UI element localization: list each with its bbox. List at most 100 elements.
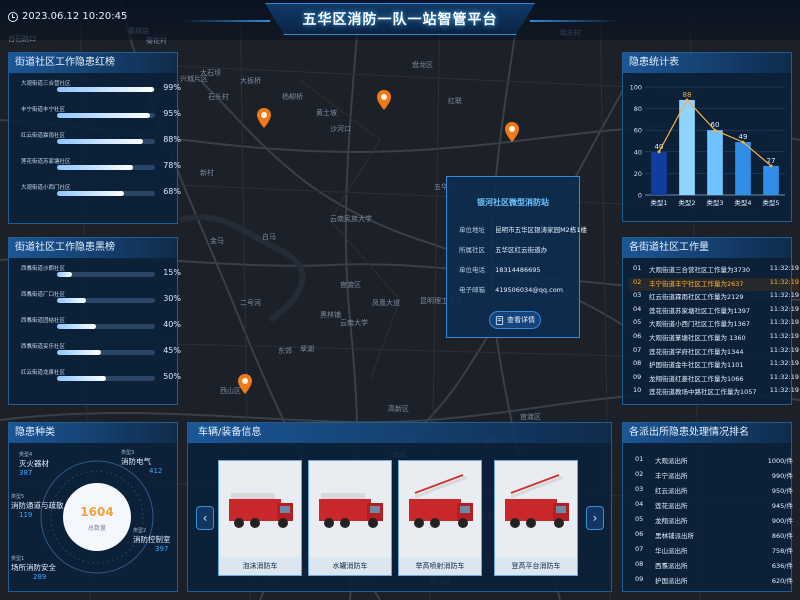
categories-title: 隐患种类 <box>9 423 177 443</box>
station-row: 08 西翥派出所 636/件 <box>635 560 793 570</box>
ranking-value: 40% <box>163 320 181 329</box>
y-tick-label: 80 <box>634 105 642 113</box>
ranking-bar-track <box>57 324 155 329</box>
workload-row: 06 大观街道篆塘社区工作量为 1360 11:32:19 <box>633 332 799 342</box>
ranking-bar-track <box>57 165 155 170</box>
ranking-value: 99% <box>163 83 181 92</box>
x-tick-label: 类型1 <box>650 198 667 207</box>
y-tick-label: 100 <box>630 84 642 92</box>
ranking-value: 30% <box>163 294 181 303</box>
station-row: 06 黑林铺派出所 860/件 <box>635 530 793 540</box>
bar <box>679 99 695 195</box>
trend-point <box>741 140 745 144</box>
title-decoration-left <box>180 20 270 22</box>
ranking-bar-fill <box>57 191 124 196</box>
page-title-box: 五华区消防一队一站智管平台 <box>265 3 535 35</box>
workload-row: 01 大观街道三合营社区工作量为3730 11:32:19 <box>633 264 799 274</box>
next-arrow-button[interactable]: › <box>586 506 604 530</box>
category-item: 类型1 场所消防安全 289 <box>11 556 56 581</box>
workload-row: 05 大观街道小西门社区工作量为1367 11:32:19 <box>633 318 799 329</box>
ranking-bar-fill <box>57 376 106 381</box>
popup-title: 银河社区微型消防站 <box>477 198 549 207</box>
workload-row: 07 莲花街道学府社区工作量为1344 11:32:19 <box>633 345 799 356</box>
view-details-button[interactable]: 查看详情 <box>489 311 541 329</box>
top-bar: 2023.06.12 10:20:45 五华区消防一队一站智管平台 <box>0 0 800 40</box>
station-row: 02 丰宁派出所 990/件 <box>635 470 793 480</box>
workload-panel: 各街道社区工作量 01 大观街道三合营社区工作量为3730 11:32:19 02 丰宁… <box>622 237 799 405</box>
ranking-row: 莲花街道苏家塘社区 78% <box>15 159 181 175</box>
ranking-value: 68% <box>163 187 181 196</box>
map-place-label: 二号河 <box>240 299 261 307</box>
ranking-row: 西翥街道厂口社区 30% <box>15 292 181 308</box>
vehicle-card[interactable]: 登高平台消防车 <box>494 460 578 576</box>
x-tick-label: 类型5 <box>762 198 779 207</box>
view-details-label: 查看详情 <box>507 316 535 324</box>
workload-row: 04 莲花街道苏家塘社区工作量为1397 11:32:19 <box>633 304 799 315</box>
map-place-label: 杨柳桥 <box>282 93 303 101</box>
bar-value-label: 88 <box>683 91 692 99</box>
vehicle-card[interactable]: 泡沫消防车 <box>218 460 302 576</box>
workload-row: 09 龙翔街道红菱社区工作量为1066 11:32:19 <box>633 372 799 383</box>
x-tick-label: 类型4 <box>734 198 751 207</box>
chevron-left-icon: ‹ <box>202 511 208 525</box>
fire-station-pin-icon[interactable] <box>377 90 391 110</box>
category-item: 类型4 灭火器材 387 <box>19 452 49 477</box>
ranking-row: 红云街道霖雨社区 88% <box>15 133 181 149</box>
ranking-bar-track <box>57 87 155 92</box>
map-place-label: 红联 <box>448 97 462 105</box>
vehicle-card[interactable]: 水罐消防车 <box>308 460 392 576</box>
ranking-name: 红云街道龙泉社区 <box>21 370 66 376</box>
ranking-bar-fill <box>57 350 102 355</box>
bar-value-label: 49 <box>739 133 748 141</box>
popup-row: 单位电话 18314486695 <box>459 266 541 274</box>
y-tick-label: 40 <box>634 148 642 156</box>
fire-station-pin-icon[interactable] <box>505 122 519 142</box>
ranking-name: 丰宁街道丰宁社区 <box>21 107 66 113</box>
map-place-label: 石头村 <box>208 93 229 101</box>
workload-row: 02 丰宁街道丰宁社区工作量为2637 11:32:19 <box>629 277 799 291</box>
ranking-bar-track <box>57 376 155 381</box>
station-row: 09 护国派出所 620/件 <box>635 575 793 585</box>
title-decoration-right <box>530 20 620 22</box>
station-row: 04 莲花派出所 945/件 <box>635 500 793 510</box>
workload-row: 08 护国街道金牛社区工作量为1101 11:32:19 <box>633 359 799 370</box>
map-place-label: 云南民族大学 <box>330 215 372 223</box>
ranking-name: 西翥街道团结社区 <box>21 318 66 324</box>
trend-point <box>685 98 689 102</box>
vehicle-card[interactable]: 举高喷射消防车 <box>398 460 482 576</box>
ranking-value: 15% <box>163 268 181 277</box>
map-place-label: 东郊 <box>278 347 292 355</box>
map-place-label: 兴城片区 <box>180 75 208 83</box>
ranking-bar-fill <box>57 324 97 329</box>
prev-arrow-button[interactable]: ‹ <box>196 506 214 530</box>
ranking-row: 红云街道龙泉社区 50% <box>15 370 181 386</box>
ranking-bar-track <box>57 191 155 196</box>
fire-station-pin-icon[interactable] <box>257 108 271 128</box>
ranking-bar-track <box>57 113 155 118</box>
fire-station-pin-icon[interactable] <box>238 374 252 394</box>
category-item: 类型5 消防通道与疏散 119 <box>11 494 64 519</box>
map-place-label: 官渡区 <box>340 281 361 289</box>
ranking-name: 红云街道霖雨社区 <box>21 133 66 139</box>
ranking-name: 大观街道三合营社区 <box>21 81 71 87</box>
y-tick-label: 20 <box>634 170 642 178</box>
map-place-label: 凤凰大道 <box>372 299 400 307</box>
bar <box>735 142 751 195</box>
ranking-value: 95% <box>163 109 181 118</box>
trend-point <box>657 150 661 154</box>
bar-value-label: 60 <box>711 121 720 129</box>
ranking-bar-track <box>57 350 155 355</box>
ranking-name: 大观街道小西门社区 <box>21 185 71 191</box>
stats-panel: 隐患统计表 0 20 40 60 80 100 40 类型1 88 类型2 60 类型3 49 类型4 27… <box>622 52 792 222</box>
map-place-label: 高新区 <box>388 405 409 413</box>
station-ranking-panel: 各派出所隐患处理情况排名 01 大观派出所 1000/件 02 丰宁派出所 990/件 03… <box>622 422 793 592</box>
category-item: 类型2 消防控制室 397 <box>133 528 171 553</box>
station-info-popup: 银河社区微型消防站 单位地址 昆明市五华区银涛家园M2栋1楼 所属社区 五华区红… <box>446 176 587 338</box>
page-title: 五华区消防一队一站智管平台 <box>302 12 498 28</box>
categories-total: 1604 <box>80 505 113 519</box>
map-place-label: 盘龙区 <box>412 61 433 69</box>
station-row: 07 华山派出所 758/件 <box>635 545 793 555</box>
map-place-label: 翠湖 <box>300 345 314 353</box>
workload-title: 各街道社区工作量 <box>623 238 791 258</box>
vehicle-name: 泡沫消防车 <box>219 557 301 575</box>
